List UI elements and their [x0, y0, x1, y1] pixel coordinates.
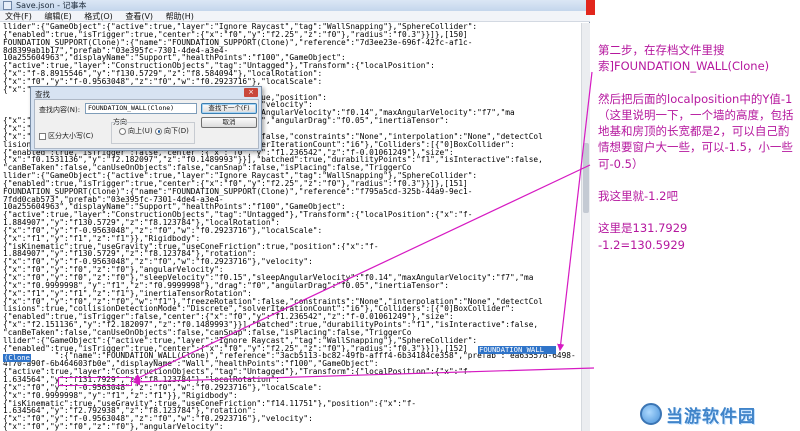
annotation-calc-1: 这里是131.7929 [598, 221, 688, 236]
notepad-window: Save.json - 记事本 文件(F) 编辑(E) 格式(O) 查看(V) … [0, 0, 590, 431]
radio-down-label: 向下(D) [164, 127, 189, 135]
text-line[interactable]: {"x":"f0.1531136","y":"f2.182097","z":"f… [3, 156, 581, 164]
y-value-box [58, 377, 132, 386]
cancel-button[interactable]: 取消 [201, 117, 257, 128]
find-what-input[interactable]: FOUNDATION_WALL(Clone) [85, 103, 197, 114]
menu-file[interactable]: 文件(F) [0, 11, 37, 22]
text-line[interactable]: {"x":"f0","y":"f0","z":"f0"},"sleepVeloc… [3, 274, 581, 282]
text-line[interactable]: 10a255604963","displayName":"Support","h… [3, 203, 581, 211]
text-line[interactable]: {"enabled":true,"isTrigger":true,"center… [3, 180, 581, 188]
text-line[interactable]: {"x":"f0","y":"f0","z":"f0","w":"f1"},"f… [3, 298, 581, 306]
annotation-choice: 我这里就-1.2吧 [598, 189, 678, 204]
radio-down[interactable]: 向下(D) [155, 126, 189, 136]
text-editor[interactable]: llider":{"GameObject":{"active":true,"la… [0, 23, 590, 431]
text-line[interactable]: llider":{"GameObject":{"active":true,"la… [3, 23, 581, 31]
title-bar[interactable]: Save.json - 记事本 [0, 0, 590, 11]
annotation-calc-2: -1.2=130.5929 [598, 237, 685, 252]
annotation-panel: 第二步，在存档文件里搜索]FOUNDATION_WALL(Clone) 然后把后… [590, 0, 800, 431]
text-line[interactable]: {"x":"f0","y":"f-0.9563048","z":"f0","w"… [3, 227, 581, 235]
text-line[interactable]: llider":{"GameObject":{"active":true,"la… [3, 337, 581, 345]
find-dialog: 查找 × 查找内容(N): FOUNDATION_WALL(Clone) 查找下… [30, 86, 262, 151]
watermark: 当游软件园 [640, 400, 796, 428]
text-line[interactable]: FOUNDATION_SUPPORT(Clone)":{"name":"FOUN… [3, 39, 581, 47]
menu-edit[interactable]: 编辑(E) [39, 11, 76, 22]
json-text[interactable]: llider":{"GameObject":{"active":true,"la… [3, 23, 581, 431]
text-line[interactable]: FOUNDATION_SUPPORT(Clone)":{"name":"FOUN… [3, 188, 581, 196]
text-line[interactable]: {"active":true,"layer":"ConstructionObje… [3, 62, 581, 70]
text-line[interactable]: {"active":true,"layer":"ConstructionObje… [3, 211, 581, 219]
text-line[interactable]: "canBeTaken":false,"canUseOnObjects":fal… [3, 164, 581, 172]
annotation-text: 第二步，在存档文件里搜索]FOUNDATION_WALL(Clone) 然后把后… [598, 42, 794, 253]
menu-bar: 文件(F) 编辑(E) 格式(O) 查看(V) 帮助(H) [0, 11, 590, 22]
match-case-checkbox[interactable]: 区分大小写(C) [39, 131, 93, 141]
close-icon[interactable]: × [244, 88, 258, 97]
text-line[interactable]: 7fdd0cab573","prefab":"03e395fc-7301-4de… [3, 196, 581, 204]
text-line[interactable]: 10a255604963","displayName":"Support","h… [3, 54, 581, 62]
text-line[interactable]: {"enabled":true,"isTrigger":true,"center… [3, 31, 581, 39]
text-line[interactable]: {"x":"f-8.8915546","y":"f130.5729","z":"… [3, 70, 581, 78]
red-marker [586, 0, 595, 15]
menu-view[interactable]: 查看(V) [120, 11, 158, 22]
text-line[interactable]: {"x":"f0","y":"f-0.9563048","z":"f0","w"… [3, 258, 581, 266]
radio-up-label: 向上(U) [128, 127, 153, 135]
text-line[interactable]: {"enabled":true,"isTrigger":false,"cente… [3, 313, 581, 321]
text-line[interactable]: lisions":true,"collisionDetectionMode":"… [3, 305, 581, 313]
text-line[interactable]: {"active":true,"layer":"ConstructionObje… [3, 368, 581, 376]
radio-down-dot[interactable] [155, 127, 162, 135]
search-highlight-clone: (Clone) [3, 353, 35, 362]
text-line[interactable]: 4f70-a90f-6b464603fb0e","displayName":"W… [3, 360, 581, 368]
text-line[interactable]: 1.884907","y":"f130.5729","z":"f8.123784… [3, 250, 581, 258]
text-line[interactable]: {"x":"f0.9999998","y":"f1","z":"f0.99999… [3, 282, 581, 290]
text-line[interactable]: {"isKinematic":true,"useGravity":true,"u… [3, 400, 581, 408]
match-case-label: 区分大小写(C) [48, 132, 94, 140]
text-line[interactable]: {"x":"f1","y":"f1","z":"f1"},"inertiaTen… [3, 290, 581, 298]
text-line[interactable]: {"x":"f1","y":"f1","z":"f1"}},"Rigidbody… [3, 235, 581, 243]
menu-help[interactable]: 帮助(H) [161, 11, 199, 22]
notepad-icon [3, 1, 12, 10]
scrollbar-thumb[interactable] [583, 143, 589, 213]
watermark-logo-icon [640, 403, 662, 425]
radio-up[interactable]: 向上(U) [119, 126, 153, 136]
text-line[interactable]: {"x":"f0.9999998","y":"f1","z":"f1"}},"R… [3, 392, 581, 400]
text-line[interactable]: {"x":"f0","y":"f-0.9563048","z":"f0","w"… [3, 78, 581, 86]
annotation-explain: 然后把后面的localposition中的Y值-1（这里说明一下，一个墙的高度，… [598, 91, 794, 171]
search-highlight-name: FOUNDATION_WALL [478, 346, 556, 354]
text-line[interactable]: {"isKinematic":true,"useGravity":true,"u… [3, 243, 581, 251]
menu-format[interactable]: 格式(O) [79, 11, 118, 22]
annotation-step: 第二步，在存档文件里搜索]FOUNDATION_WALL(Clone) [598, 43, 770, 74]
find-next-button[interactable]: 查找下一个(F) [201, 103, 257, 114]
text-line[interactable]: 8d8399ab1b17","prefab":"03e395fc-7301-4d… [3, 47, 581, 55]
watermark-text: 当游软件园 [666, 406, 756, 427]
text-line[interactable]: llider":{"GameObject":{"active":true,"la… [3, 172, 581, 180]
text-line[interactable]: 1.884907","y":"f130.5729","z":"f8.123784… [3, 219, 581, 227]
text-line[interactable]: 1.634564","y":"f2.792938","z":"f8.123784… [3, 407, 581, 415]
text-line[interactable]: "canBeTaken":false,"canUseOnObjects":fal… [3, 329, 581, 337]
text-line[interactable]: {"x":"f0","y":"f0","z":"f0"},"angularVel… [3, 423, 581, 431]
find-dialog-body: 查找内容(N): FOUNDATION_WALL(Clone) 查找下一个(F)… [34, 99, 259, 149]
text-line[interactable]: {"x":"f0","y":"f-0.9563048","z":"f0","w"… [3, 415, 581, 423]
find-what-label: 查找内容(N): [39, 106, 81, 114]
radio-up-dot[interactable] [119, 127, 126, 135]
text-line[interactable]: {"x":"f0","y":"f0","z":"f0"},"angularVel… [3, 266, 581, 274]
checkbox-icon[interactable] [39, 132, 46, 140]
vertical-scrollbar[interactable] [581, 23, 590, 431]
window-title: Save.json - 记事本 [16, 1, 87, 10]
text-line[interactable]: {"x":"f2.151136","y":"f2.182097","z":"f0… [3, 321, 581, 329]
